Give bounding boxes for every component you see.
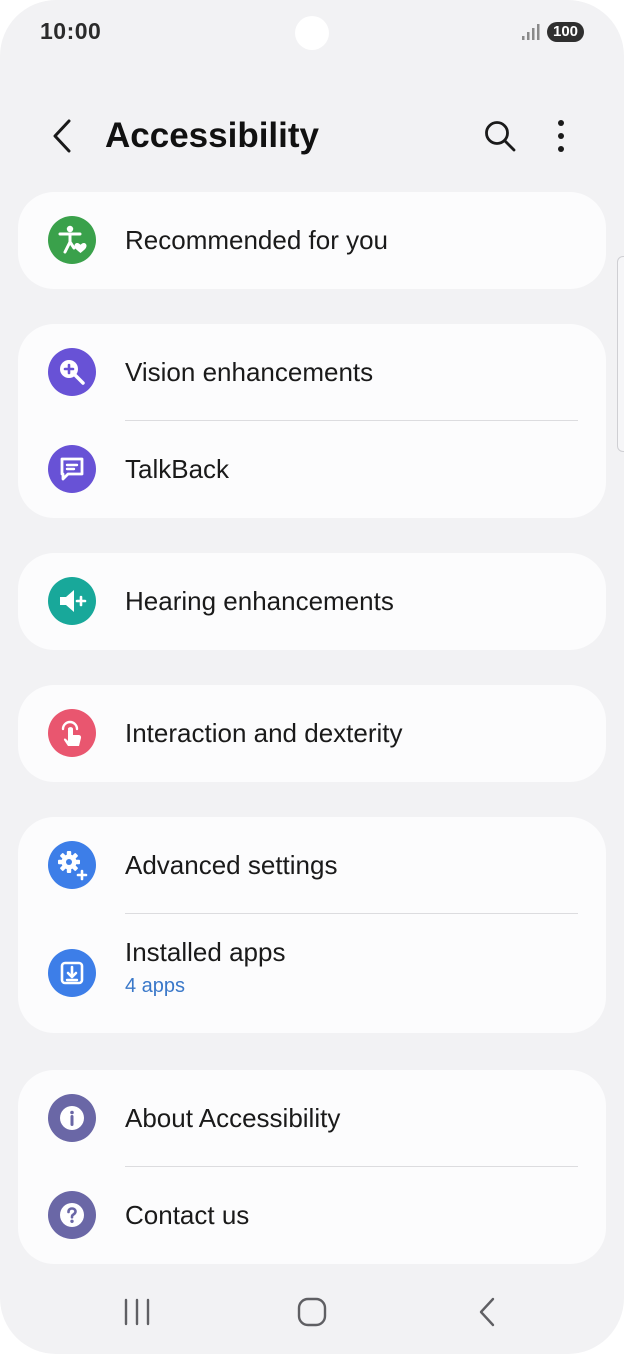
settings-group-vision: Vision enhancements TalkBack: [18, 324, 606, 518]
menu-item-hearing-enhancements[interactable]: Hearing enhancements: [18, 553, 606, 650]
home-icon: [297, 1297, 327, 1327]
phone-screen: 10:00 100 Accessibility Recommended for …: [0, 0, 624, 1354]
menu-item-label: Installed apps: [125, 937, 286, 967]
battery-icon: 100: [547, 22, 584, 42]
chat-bubble-icon: [48, 445, 96, 493]
accessibility-person-icon: [48, 216, 96, 264]
gear-plus-icon: [48, 841, 96, 889]
settings-group-recommended: Recommended for you: [18, 192, 606, 289]
menu-item-label: Interaction and dexterity: [125, 718, 403, 748]
back-icon: [479, 1297, 495, 1327]
info-icon: [48, 1094, 96, 1142]
more-options-button[interactable]: [540, 114, 582, 158]
menu-item-label: Contact us: [125, 1200, 250, 1230]
question-icon: [48, 1191, 96, 1239]
menu-item-label: Advanced settings: [125, 850, 338, 880]
menu-item-installed-apps[interactable]: Installed apps 4 apps: [18, 914, 606, 1033]
more-options-icon: [558, 120, 564, 152]
home-button[interactable]: [288, 1288, 336, 1336]
search-icon: [485, 121, 516, 152]
magnifier-plus-icon: [48, 348, 96, 396]
menu-item-vision-enhancements[interactable]: Vision enhancements: [18, 324, 606, 421]
recents-icon: [124, 1298, 150, 1326]
search-button[interactable]: [478, 114, 522, 158]
menu-item-subtext: 4 apps: [125, 975, 186, 997]
menu-item-label: Vision enhancements: [125, 357, 374, 387]
camera-cutout: [295, 16, 329, 50]
app-bar: Accessibility: [0, 92, 624, 182]
menu-item-contact-us[interactable]: Contact us: [18, 1167, 606, 1264]
menu-item-advanced-settings[interactable]: Advanced settings: [18, 817, 606, 914]
recents-button[interactable]: [113, 1288, 161, 1336]
touch-hand-icon: [48, 709, 96, 757]
settings-group-advanced: Advanced settings Installed apps 4 apps: [18, 817, 606, 1033]
scroll-handle[interactable]: [617, 256, 624, 452]
speaker-plus-icon: [48, 577, 96, 625]
status-time: 10:00: [40, 18, 102, 44]
menu-item-label: TalkBack: [125, 454, 230, 484]
navigation-bar: [0, 1270, 624, 1354]
signal-strength-icon: [522, 24, 540, 40]
settings-group-hearing: Hearing enhancements: [18, 553, 606, 650]
nav-back-button[interactable]: [463, 1288, 511, 1336]
menu-item-label: About Accessibility: [125, 1103, 341, 1133]
back-arrow-icon: [53, 119, 71, 153]
menu-item-about-accessibility[interactable]: About Accessibility: [18, 1070, 606, 1167]
back-button[interactable]: [40, 114, 84, 158]
menu-item-recommended-for-you[interactable]: Recommended for you: [18, 192, 606, 289]
status-bar: 10:00 100: [0, 0, 624, 64]
settings-group-about: About Accessibility Contact us: [18, 1070, 606, 1264]
download-box-icon: [48, 949, 96, 997]
menu-item-label: Hearing enhancements: [125, 586, 394, 616]
page-title: Accessibility: [105, 116, 319, 155]
settings-group-interaction: Interaction and dexterity: [18, 685, 606, 782]
menu-item-label: Recommended for you: [125, 225, 389, 255]
menu-item-talkback[interactable]: TalkBack: [18, 421, 606, 518]
menu-item-interaction-dexterity[interactable]: Interaction and dexterity: [18, 685, 606, 782]
